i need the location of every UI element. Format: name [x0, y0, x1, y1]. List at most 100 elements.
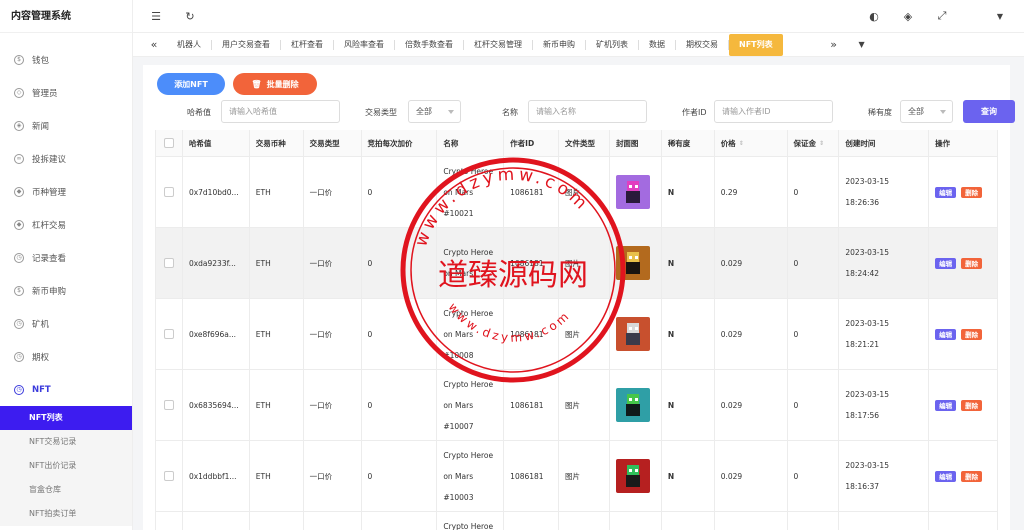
tab[interactable]: 杠杆交易管理	[464, 34, 532, 56]
author-label: 作者ID	[682, 108, 707, 117]
name-input[interactable]: 请输入名称	[528, 100, 647, 123]
select-all-checkbox[interactable]	[163, 138, 174, 148]
sidebar-item[interactable]: ◷ NFT	[0, 373, 132, 406]
sidebar-item[interactable]: $ 钱包	[0, 43, 132, 76]
table-cell: 图片	[559, 299, 610, 369]
rarity-select[interactable]: 全部	[900, 100, 953, 123]
row-checkbox[interactable]	[163, 471, 174, 481]
table-cell	[610, 441, 662, 511]
tab[interactable]: 矿机列表	[586, 34, 638, 56]
nft-cover-image[interactable]	[615, 175, 650, 209]
batch-delete-button[interactable]: 🗑 批量删除	[233, 73, 317, 95]
tab[interactable]: 风险率查看	[334, 34, 394, 56]
tab[interactable]: NFT列表	[729, 33, 783, 56]
table-cell	[610, 157, 662, 227]
tab[interactable]: 机器人	[167, 34, 211, 56]
delete-button[interactable]: 删除	[961, 257, 983, 269]
created-time-line: 2023-03-15	[845, 461, 889, 470]
nft-cover-image[interactable]	[615, 317, 650, 351]
sidebar-item[interactable]: $ 新币申购	[0, 274, 132, 307]
edit-button[interactable]: 编辑	[935, 257, 957, 269]
sidebar-item[interactable]: ◈ 新闻	[0, 109, 132, 142]
table-cell: Crypto Heroe on Mars #10003	[437, 441, 505, 511]
fullscreen-icon[interactable]: ⤢	[935, 9, 949, 23]
cell-value-author: 1086181	[510, 187, 544, 197]
row-checkbox[interactable]	[163, 258, 174, 268]
edit-button[interactable]: 编辑	[935, 399, 957, 411]
author-input[interactable]: 请输入作者ID	[714, 100, 833, 123]
trade-type-select[interactable]: 全部	[408, 100, 461, 123]
sidebar-item[interactable]: ◇ 管理员	[0, 76, 132, 109]
sidebar-item[interactable]: ◆ 币种管理	[0, 175, 132, 208]
submenu-item[interactable]: NFT出价记录	[0, 454, 132, 478]
cell-value-type: 一口价	[309, 329, 333, 339]
tabs-scroll-left-icon[interactable]: «	[147, 38, 161, 52]
nft-cover-image[interactable]	[615, 388, 650, 422]
table-cell: Crypto Heroe on Mars #10021	[437, 157, 505, 227]
delete-button[interactable]: 删除	[961, 470, 983, 482]
delete-button[interactable]: 删除	[961, 328, 983, 340]
delete-button[interactable]: 删除	[961, 399, 983, 411]
submenu-item[interactable]: 盲盒仓库	[0, 478, 132, 502]
table-cell: 一口价	[304, 370, 362, 440]
sidebar-item-label: 币种管理	[32, 187, 67, 198]
created-time-line: 18:21:21	[845, 340, 880, 349]
sort-icon[interactable]: ⇕	[739, 140, 744, 147]
submenu-item[interactable]: NFT交易记录	[0, 430, 132, 454]
sidebar-item[interactable]: ∞ 投拆建议	[0, 142, 132, 175]
cell-value-rarity: N	[667, 187, 675, 197]
tag-icon: ◈	[14, 120, 24, 131]
tabs-more-icon[interactable]: ▼	[855, 38, 869, 52]
edit-button[interactable]: 编辑	[935, 186, 957, 198]
hash-input[interactable]: 请输入哈希值	[221, 100, 340, 123]
delete-button[interactable]: 删除	[961, 186, 983, 198]
submenu-item[interactable]: NFT列表	[0, 406, 132, 430]
query-button[interactable]: 查询	[963, 100, 1015, 123]
palette-icon[interactable]: ◐	[867, 9, 881, 23]
cell-value-hash: 0x1ddbbf1...	[188, 471, 237, 481]
tag-icon[interactable]: ◈	[901, 9, 915, 23]
tab[interactable]: 杠杆查看	[281, 34, 333, 56]
table-cell	[250, 512, 304, 530]
table-cell: N	[662, 157, 715, 227]
table-header-cell: 操作	[929, 130, 997, 156]
sidebar-item[interactable]: ◷ 矿机	[0, 307, 132, 340]
row-checkbox[interactable]	[163, 329, 174, 339]
nft-cover-image[interactable]	[615, 246, 650, 280]
menu-fold-icon[interactable]: ☰	[149, 9, 163, 23]
table-cell: 图片	[559, 157, 610, 227]
sort-icon[interactable]: ⇕	[819, 140, 824, 147]
table-cell: 0	[362, 157, 438, 227]
nft-name-line: Crypto Heroe	[443, 379, 494, 389]
sidebar-item[interactable]: ◷ 记录查看	[0, 241, 132, 274]
cell-value-coin: ETH	[255, 471, 271, 481]
rarity-label: 稀有度	[868, 108, 892, 117]
wallet-icon: $	[14, 54, 24, 65]
row-checkbox[interactable]	[163, 187, 174, 197]
cell-value-rarity: N	[667, 329, 675, 339]
cell-value-coin: ETH	[255, 258, 271, 268]
row-checkbox[interactable]	[163, 400, 174, 410]
tab[interactable]: 倍数手数查看	[395, 34, 463, 56]
table-cell	[362, 512, 438, 530]
table-cell	[839, 512, 930, 530]
tab[interactable]: 数据	[639, 34, 675, 56]
nft-cover-image[interactable]	[615, 459, 650, 493]
tab[interactable]: 用户交易查看	[212, 34, 280, 56]
refresh-icon[interactable]: ↻	[183, 9, 197, 23]
edit-button[interactable]: 编辑	[935, 470, 957, 482]
add-nft-button[interactable]: 添加NFT	[157, 73, 225, 95]
dollar-icon: $	[14, 285, 24, 296]
user-dropdown-icon[interactable]: ▼	[993, 9, 1007, 23]
created-time-line: 2023-03-15	[845, 390, 889, 399]
tabs-scroll-right-icon[interactable]: »	[827, 38, 841, 52]
sidebar-item[interactable]: ◆ 杠杆交易	[0, 208, 132, 241]
submenu-item[interactable]: NFT拍卖订单	[0, 502, 132, 526]
clock-icon: ◷	[14, 384, 24, 395]
tab[interactable]: 新币申购	[533, 34, 585, 56]
table-cell: 1086181	[504, 441, 560, 511]
sidebar-item[interactable]: ◷ 期权	[0, 340, 132, 373]
cell-value-deposit: 0	[793, 187, 799, 197]
tab[interactable]: 期权交易	[676, 34, 728, 56]
edit-button[interactable]: 编辑	[935, 328, 957, 340]
